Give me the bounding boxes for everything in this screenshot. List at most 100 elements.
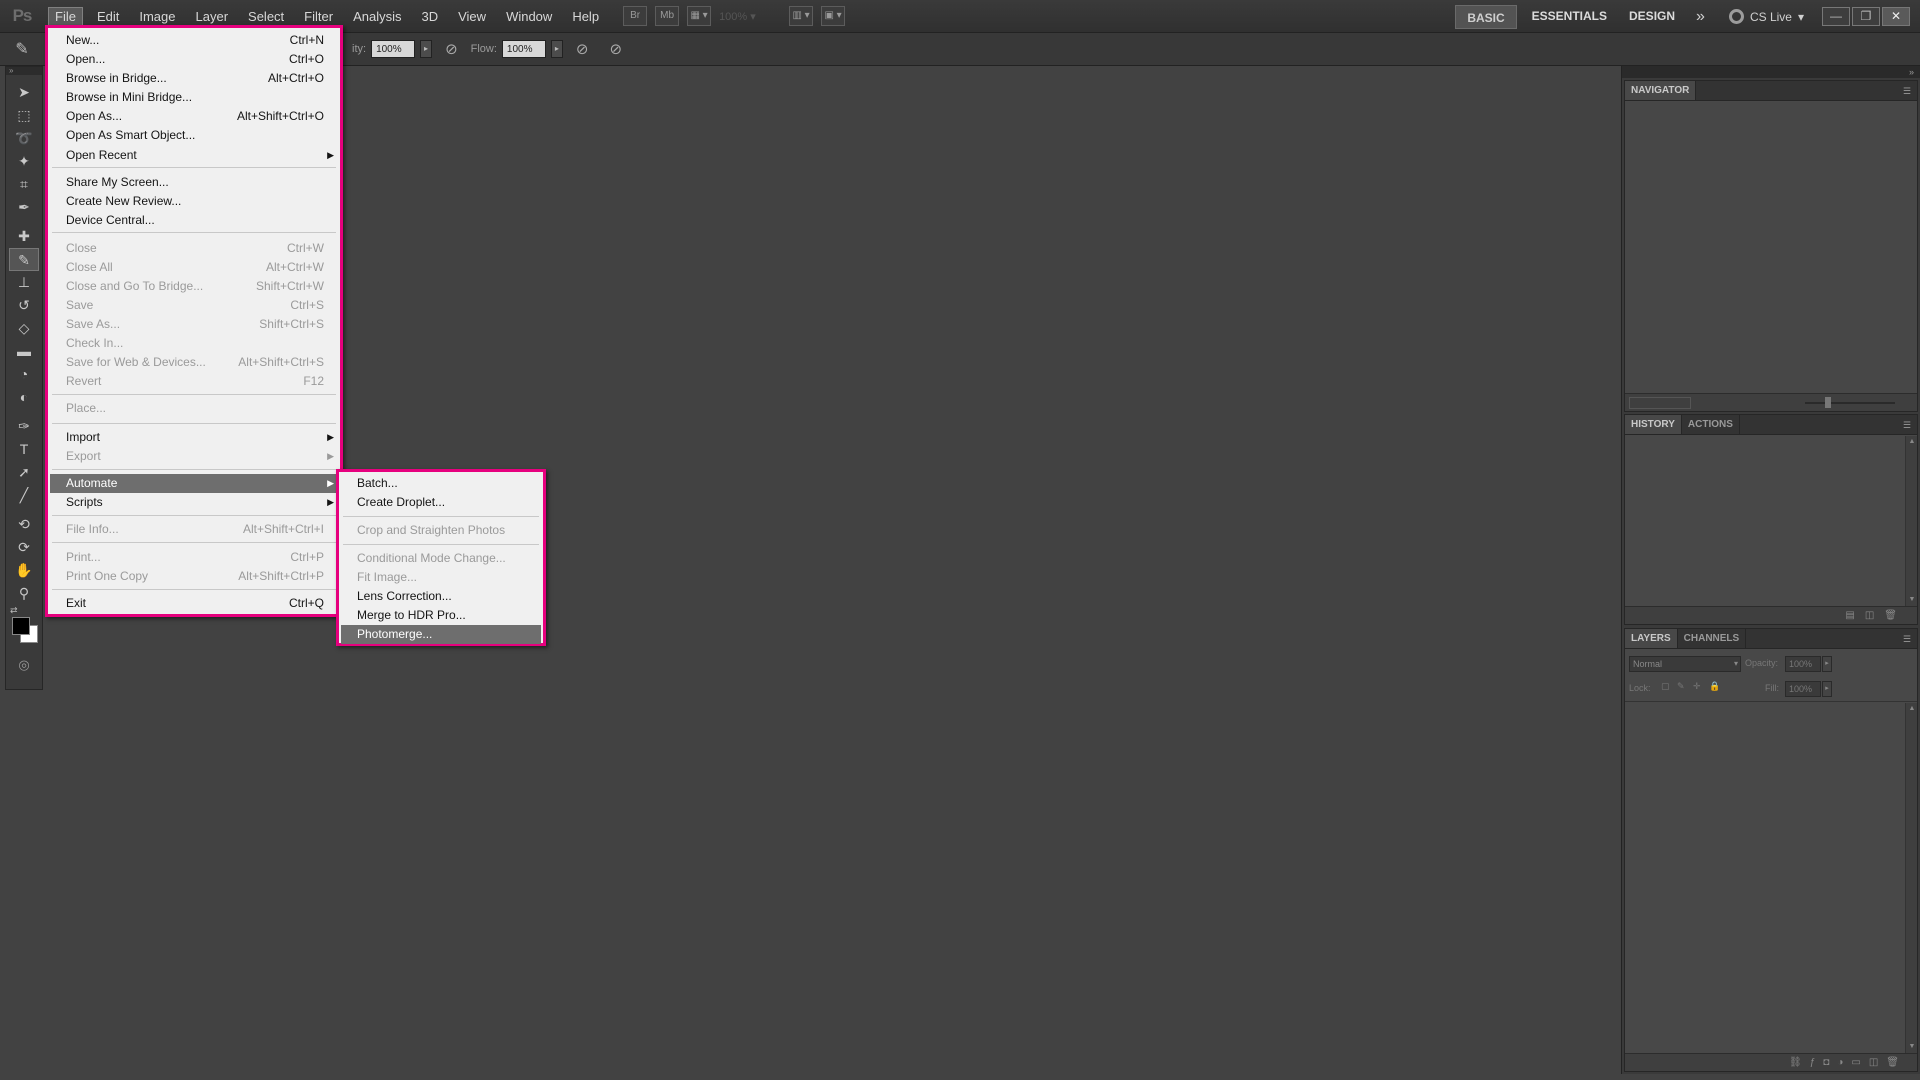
launch-mini-bridge-button[interactable]: Mb bbox=[655, 6, 680, 26]
lasso-tool-icon[interactable]: ➰ bbox=[6, 127, 42, 150]
menu-analysis[interactable]: Analysis bbox=[343, 0, 411, 33]
new-document-from-state-icon[interactable]: ▤ bbox=[1845, 610, 1864, 621]
menu-item-share-my-screen[interactable]: Share My Screen... bbox=[50, 173, 338, 192]
eraser-tool-icon[interactable]: ◇ bbox=[6, 317, 42, 340]
zoom-level[interactable]: 100% ▾ bbox=[719, 10, 781, 23]
trash-icon[interactable]: 🗑 bbox=[1884, 610, 1907, 621]
menu-item-conditional-mode-change[interactable]: Conditional Mode Change... bbox=[341, 549, 541, 568]
tab-actions[interactable]: ACTIONS bbox=[1682, 415, 1740, 434]
menu-item-photomerge[interactable]: Photomerge... bbox=[341, 625, 541, 644]
fill-arrow[interactable]: ▸ bbox=[1822, 681, 1832, 697]
menu-item-save-as[interactable]: Save As... Shift+Ctrl+S bbox=[50, 315, 338, 334]
lock-position-icon[interactable]: ✛ bbox=[1693, 681, 1701, 692]
lock-transparent-icon[interactable]: ▢ bbox=[1661, 681, 1670, 692]
blur-tool-icon[interactable]: ◔ bbox=[6, 363, 42, 386]
line-tool-icon[interactable]: ╱ bbox=[6, 484, 42, 507]
type-tool-icon[interactable]: T bbox=[6, 438, 42, 461]
menu-item-check-in[interactable]: Check In... bbox=[50, 334, 338, 353]
menu-item-open-recent[interactable]: Open Recent ▶ bbox=[50, 146, 338, 165]
zoom-tool-icon[interactable]: ⚲ bbox=[6, 582, 42, 605]
scroll-down-icon[interactable]: ▼ bbox=[1906, 1041, 1918, 1053]
menu-item-browse-in-mini-bridge[interactable]: Browse in Mini Bridge... bbox=[50, 88, 338, 107]
menu-file[interactable]: File bbox=[48, 6, 83, 26]
menu-item-scripts[interactable]: Scripts ▶ bbox=[50, 493, 338, 512]
panel-menu-icon[interactable]: ☰ bbox=[1903, 81, 1911, 101]
panel-menu-icon[interactable]: ☰ bbox=[1903, 629, 1911, 649]
workspace-essentials[interactable]: ESSENTIALS bbox=[1521, 0, 1618, 33]
path-selection-tool-icon[interactable]: ➚ bbox=[6, 461, 42, 484]
menu-item-device-central[interactable]: Device Central... bbox=[50, 211, 338, 230]
flow-slider-arrow[interactable]: ▸ bbox=[550, 40, 563, 58]
healing-brush-tool-icon[interactable]: ✚ bbox=[6, 225, 42, 248]
navigator-zoom-field[interactable] bbox=[1629, 397, 1691, 409]
menu-item-create-new-review[interactable]: Create New Review... bbox=[50, 192, 338, 211]
move-tool-icon[interactable]: ➤ bbox=[6, 81, 42, 104]
close-button[interactable]: ✕ bbox=[1882, 7, 1910, 26]
airbrush-icon[interactable]: ⊘ bbox=[576, 40, 589, 58]
history-brush-tool-icon[interactable]: ↺ bbox=[6, 294, 42, 317]
eyedropper-tool-icon[interactable]: ✒ bbox=[6, 196, 42, 219]
menu-item-revert[interactable]: Revert F12 bbox=[50, 372, 338, 391]
menu-item-open-as[interactable]: Open As... Alt+Shift+Ctrl+O bbox=[50, 107, 338, 126]
link-layers-icon[interactable]: ⛓ bbox=[1789, 1057, 1810, 1068]
menu-item-import[interactable]: Import ▶ bbox=[50, 428, 338, 447]
menu-item-file-info[interactable]: File Info... Alt+Shift+Ctrl+I bbox=[50, 520, 338, 539]
tab-history[interactable]: HISTORY bbox=[1625, 415, 1682, 434]
menu-item-print-one-copy[interactable]: Print One Copy Alt+Shift+Ctrl+P bbox=[50, 567, 338, 586]
menu-view[interactable]: View bbox=[448, 0, 496, 33]
layer-opacity-arrow[interactable]: ▸ bbox=[1822, 656, 1832, 672]
arrange-documents-button[interactable]: ▥ ▾ bbox=[789, 6, 814, 26]
flow-input[interactable]: 100% bbox=[501, 40, 546, 58]
menu-item-crop-and-straighten-photos[interactable]: Crop and Straighten Photos bbox=[341, 521, 541, 540]
panel-dock-collapse-icon[interactable]: » bbox=[1622, 66, 1920, 78]
scroll-up-icon[interactable]: ▲ bbox=[1906, 703, 1918, 715]
layers-scrollbar[interactable]: ▲ ▼ bbox=[1905, 703, 1917, 1053]
brush-tool-icon[interactable]: ✎ bbox=[9, 248, 39, 271]
minimize-button[interactable]: — bbox=[1822, 7, 1850, 26]
fill-input[interactable]: 100% bbox=[1785, 681, 1821, 697]
menu-item-automate[interactable]: Automate ▶ bbox=[50, 474, 338, 493]
new-layer-icon[interactable]: ◫ bbox=[1869, 1057, 1886, 1068]
quick-mask-icon[interactable]: ◎ bbox=[6, 657, 42, 673]
menu-item-export[interactable]: Export ▶ bbox=[50, 447, 338, 466]
menu-item-lens-correction[interactable]: Lens Correction... bbox=[341, 587, 541, 606]
menu-item-create-droplet[interactable]: Create Droplet... bbox=[341, 493, 541, 512]
menu-3d[interactable]: 3D bbox=[411, 0, 448, 33]
menu-item-close[interactable]: Close Ctrl+W bbox=[50, 239, 338, 258]
menu-item-open-as-smart-object[interactable]: Open As Smart Object... bbox=[50, 126, 338, 145]
quick-selection-tool-icon[interactable]: ✦ bbox=[6, 150, 42, 173]
history-scrollbar[interactable]: ▲ ▼ bbox=[1905, 436, 1917, 606]
menu-item-fit-image[interactable]: Fit Image... bbox=[341, 568, 541, 587]
screen-mode-button[interactable]: ▣ ▾ bbox=[821, 6, 846, 26]
view-extras-button[interactable]: ▦ ▾ bbox=[687, 6, 712, 26]
brush-tool-preset-icon[interactable]: ✎ bbox=[0, 39, 44, 59]
tab-channels[interactable]: CHANNELS bbox=[1678, 629, 1747, 648]
layer-style-icon[interactable]: ƒ bbox=[1810, 1057, 1824, 1068]
scroll-down-icon[interactable]: ▼ bbox=[1906, 594, 1918, 606]
3d-orbit-tool-icon[interactable]: ⟳ bbox=[6, 536, 42, 559]
menu-item-batch[interactable]: Batch... bbox=[341, 474, 541, 493]
tab-navigator[interactable]: NAVIGATOR bbox=[1625, 81, 1697, 100]
menu-item-exit[interactable]: Exit Ctrl+Q bbox=[50, 594, 338, 613]
lock-all-icon[interactable]: 🔒 bbox=[1709, 681, 1720, 692]
menu-item-close-all[interactable]: Close All Alt+Ctrl+W bbox=[50, 258, 338, 277]
navigator-zoom-slider-thumb[interactable] bbox=[1825, 397, 1831, 408]
scroll-up-icon[interactable]: ▲ bbox=[1906, 436, 1918, 448]
new-snapshot-icon[interactable]: ◫ bbox=[1865, 610, 1884, 621]
pressure-opacity-icon[interactable]: ⊘ bbox=[445, 40, 458, 58]
panel-menu-icon[interactable]: ☰ bbox=[1903, 415, 1911, 435]
lock-image-icon[interactable]: ✎ bbox=[1677, 681, 1685, 692]
opacity-slider-arrow[interactable]: ▸ bbox=[420, 40, 433, 58]
trash-icon[interactable]: 🗑 bbox=[1886, 1057, 1907, 1068]
workspace-basic[interactable]: BASIC bbox=[1455, 4, 1517, 29]
menu-item-merge-to-hdr-pro[interactable]: Merge to HDR Pro... bbox=[341, 606, 541, 625]
add-mask-icon[interactable]: ◘ bbox=[1823, 1057, 1837, 1068]
menu-item-browse-in-bridge[interactable]: Browse in Bridge... Alt+Ctrl+O bbox=[50, 69, 338, 88]
navigator-zoom-slider[interactable] bbox=[1805, 402, 1895, 404]
menu-item-close-and-go-to-bridge[interactable]: Close and Go To Bridge... Shift+Ctrl+W bbox=[50, 277, 338, 296]
crop-tool-icon[interactable]: ⌗ bbox=[6, 173, 42, 196]
launch-bridge-button[interactable]: Br bbox=[623, 6, 648, 26]
blend-mode-select[interactable]: Normal ▾ bbox=[1629, 656, 1741, 672]
menu-item-place[interactable]: Place... bbox=[50, 399, 338, 418]
opacity-input[interactable]: 100% bbox=[371, 40, 416, 58]
